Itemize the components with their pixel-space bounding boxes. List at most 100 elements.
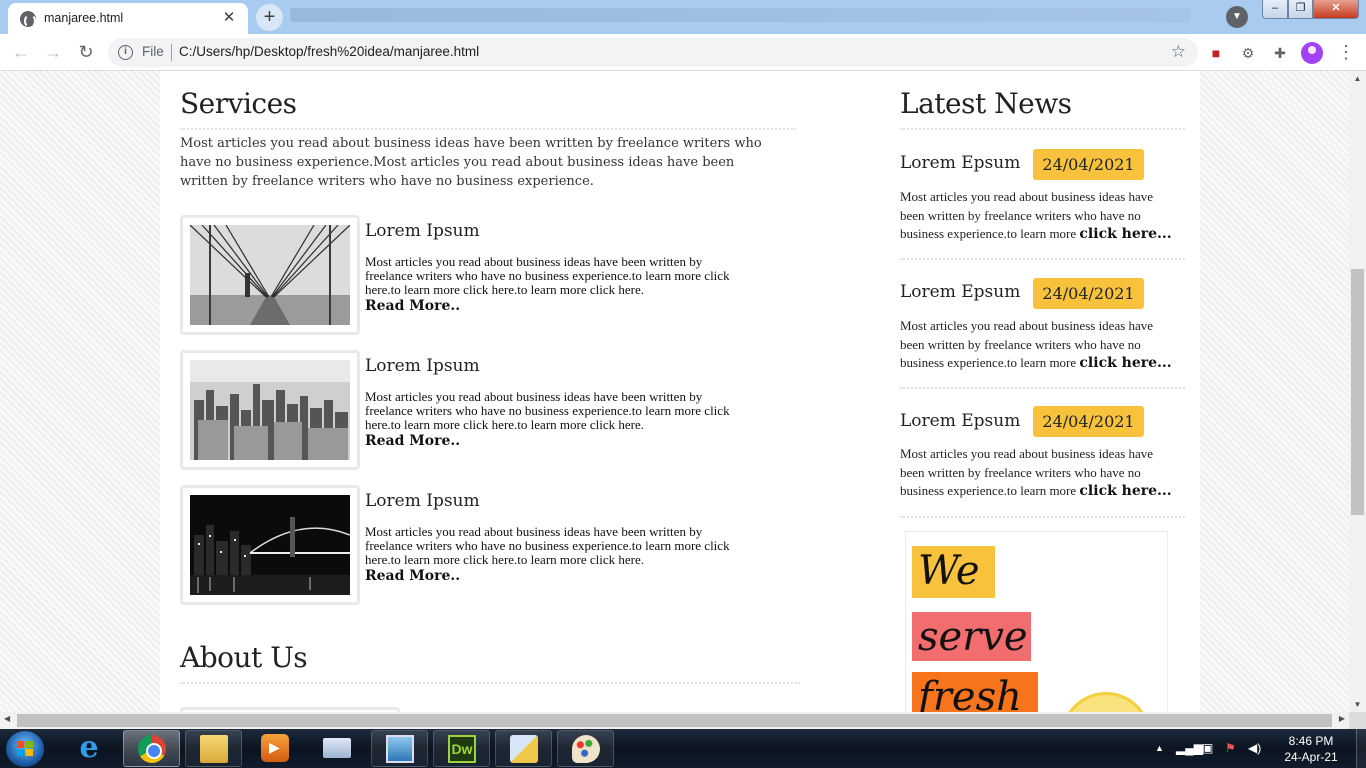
folder-icon [200,735,228,763]
promo-banner: We serve fresh [905,531,1168,712]
taskbar-on-screen-keyboard[interactable] [309,730,366,767]
services-heading: Services [180,87,297,120]
click-here-link[interactable]: click here... [1079,226,1171,242]
scrollbar-corner [1349,712,1366,729]
browser-tab[interactable]: manjaree.html ✕ [8,3,248,34]
horizontal-scroll-thumb[interactable] [17,714,1332,727]
news-text: Most articles you read about business id… [900,188,1180,244]
tab-strip-background [290,8,1190,22]
horizontal-scrollbar[interactable]: ◀ ▶ [0,712,1349,729]
promo-word: fresh [912,672,1038,712]
windows-taskbar: e Dw ▲ ▂▄▆ ▣ ⚑ ◀) 8:46 PM 24-Apr-21 [0,729,1366,768]
extension-gear-icon[interactable]: ⚙ [1238,43,1258,63]
service-text: Most articles you read about business id… [365,389,730,432]
url-text[interactable]: C:/Users/hp/Desktop/fresh%20idea/manjare… [179,44,479,59]
taskbar-paint-app[interactable] [557,730,614,767]
taskbar-photo-viewer[interactable] [371,730,428,767]
tray-expand-icon[interactable]: ▲ [1155,743,1164,753]
tab-close-button[interactable]: ✕ [220,9,238,27]
globe-icon [20,11,36,28]
promo-word: We [912,546,995,598]
flag-icon[interactable]: ⚑ [1225,741,1236,755]
read-more-link[interactable]: Read More.. [365,433,460,449]
service-text: Most articles you read about business id… [365,524,730,567]
minimize-button[interactable]: ‒ [1262,0,1288,19]
paint-bucket-icon [510,735,538,763]
service-thumbnail[interactable] [180,215,360,335]
service-title: Lorem Ipsum [365,356,480,376]
scroll-up-arrow-icon[interactable]: ▲ [1349,74,1366,83]
news-divider [900,258,1185,260]
services-intro: Most articles you read about business id… [180,136,762,189]
promo-word: serve [912,612,1031,661]
service-thumbnail[interactable] [180,350,360,470]
click-here-link[interactable]: click here... [1079,483,1171,499]
info-icon[interactable]: i [118,45,133,60]
vertical-scroll-thumb[interactable] [1351,269,1364,515]
lemon-image [1061,692,1151,712]
news-text: Most articles you read about business id… [900,317,1180,373]
news-date-badge: 24/04/2021 [1033,278,1144,309]
news-text: Most articles you read about business id… [900,445,1180,501]
tab-search-button[interactable]: ▼ [1226,6,1248,28]
scheme-label: File [142,44,164,59]
extensions-puzzle-icon[interactable]: ✚ [1270,43,1290,63]
news-divider [900,516,1185,518]
scroll-right-arrow-icon[interactable]: ▶ [1339,714,1345,723]
network-icon[interactable]: ▣ [1202,741,1213,755]
taskbar-chrome[interactable] [123,730,180,767]
clock-date: 24-Apr-21 [1284,750,1338,764]
tab-title: manjaree.html [44,11,124,25]
address-bar[interactable]: i File C:/Users/hp/Desktop/fresh%20idea/… [108,38,1198,67]
vertical-scrollbar[interactable]: ▲ ▼ [1349,71,1366,712]
extension-icon[interactable]: ■ [1206,43,1226,63]
reload-button[interactable]: ↻ [74,41,98,65]
taskbar-dreamweaver[interactable]: Dw [433,730,490,767]
service-thumbnail[interactable] [180,485,360,605]
system-clock[interactable]: 8:46 PM 24-Apr-21 [1276,733,1346,765]
scroll-left-arrow-icon[interactable]: ◀ [4,714,10,723]
about-divider [180,682,800,684]
volume-icon[interactable]: ◀) [1248,741,1261,755]
taskbar-paint[interactable] [495,730,552,767]
news-title: Lorem Epsum [900,282,1021,302]
taskbar-media-player[interactable] [247,730,304,767]
city-photo [190,360,350,460]
bookmark-star-icon[interactable]: ☆ [1171,42,1186,62]
dreamweaver-icon: Dw [448,735,476,763]
taskbar-file-explorer[interactable] [185,730,242,767]
browser-menu-icon[interactable]: ⋮ [1336,42,1356,64]
keyboard-icon [323,738,351,758]
scroll-down-arrow-icon[interactable]: ▼ [1349,700,1366,709]
service-title: Lorem Ipsum [365,221,480,241]
close-window-button[interactable]: ✕ [1313,0,1359,19]
news-date-badge: 24/04/2021 [1033,149,1144,180]
service-title: Lorem Ipsum [365,491,480,511]
browser-toolbar: ← → ↻ i File C:/Users/hp/Desktop/fresh%2… [0,34,1366,71]
media-player-icon [261,734,289,762]
address-separator [171,44,172,61]
back-button[interactable]: ← [9,41,33,65]
bridge-photo [190,225,350,325]
read-more-link[interactable]: Read More.. [365,568,460,584]
forward-button[interactable]: → [41,41,65,65]
about-heading: About Us [180,641,308,674]
service-text: Most articles you read about business id… [365,254,730,297]
internet-explorer-icon: e [79,730,99,765]
signal-icon[interactable]: ▂▄▆ [1176,741,1203,755]
news-divider [900,128,1185,130]
profile-avatar[interactable] [1301,42,1323,64]
taskbar-internet-explorer[interactable]: e [61,730,118,767]
read-more-link[interactable]: Read More.. [365,298,460,314]
news-divider [900,387,1185,389]
news-title: Lorem Epsum [900,153,1021,173]
news-title: Lorem Epsum [900,411,1021,431]
new-tab-button[interactable]: + [256,4,283,31]
maximize-button[interactable]: ❐ [1288,0,1313,19]
chrome-icon [138,735,166,763]
news-heading: Latest News [900,87,1072,120]
page-content: Services Most articles you read about bu… [160,71,1200,712]
show-desktop-button[interactable] [1356,729,1366,768]
start-button[interactable] [6,731,44,767]
click-here-link[interactable]: click here... [1079,355,1171,371]
